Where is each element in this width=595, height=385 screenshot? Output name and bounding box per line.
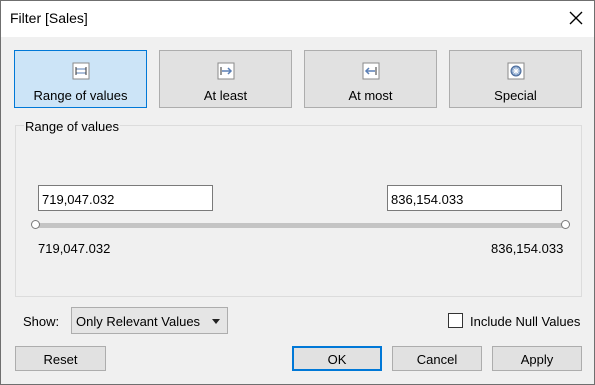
range-group [15, 125, 582, 297]
max-range-label: 836,154.033 [491, 241, 564, 256]
special-button[interactable]: Special [449, 50, 582, 108]
include-null-checkbox[interactable] [448, 313, 463, 328]
cancel-button[interactable]: Cancel [392, 346, 482, 371]
apply-button[interactable]: Apply [492, 346, 582, 371]
at-most-button[interactable]: At most [304, 50, 437, 108]
show-label: Show: [23, 314, 60, 329]
range-of-values-label: Range of values [33, 88, 128, 103]
at-least-label: At least [203, 88, 248, 103]
range-slider-max-handle[interactable] [561, 220, 570, 229]
filter-dialog: Filter [Sales] Range of values At least [0, 0, 595, 385]
at-most-icon [362, 62, 380, 80]
range-of-values-button[interactable]: Range of values [14, 50, 147, 108]
reset-button[interactable]: Reset [15, 346, 106, 371]
chevron-down-icon [212, 319, 220, 324]
max-value-input[interactable]: 836,154.033 [387, 185, 562, 211]
title-bar: Filter [Sales] [1, 1, 594, 37]
range-slider-track[interactable] [35, 223, 565, 228]
at-most-label: At most [348, 88, 393, 103]
min-value-input[interactable]: 719,047.032 [38, 185, 213, 211]
special-label: Special [494, 88, 537, 103]
close-icon[interactable] [567, 9, 585, 27]
range-slider-min-handle[interactable] [31, 220, 40, 229]
show-values-selected: Only Relevant Values [76, 314, 201, 329]
range-group-title: Range of values [24, 119, 120, 134]
at-least-button[interactable]: At least [159, 50, 292, 108]
ok-button[interactable]: OK [292, 346, 382, 371]
dialog-title: Filter [Sales] [10, 10, 88, 26]
special-icon [507, 62, 525, 80]
min-range-label: 719,047.032 [38, 241, 111, 256]
include-null-label[interactable]: Include Null Values [470, 314, 580, 329]
range-of-values-icon [72, 62, 90, 80]
at-least-icon [217, 62, 235, 80]
show-values-select[interactable]: Only Relevant Values [71, 307, 228, 334]
